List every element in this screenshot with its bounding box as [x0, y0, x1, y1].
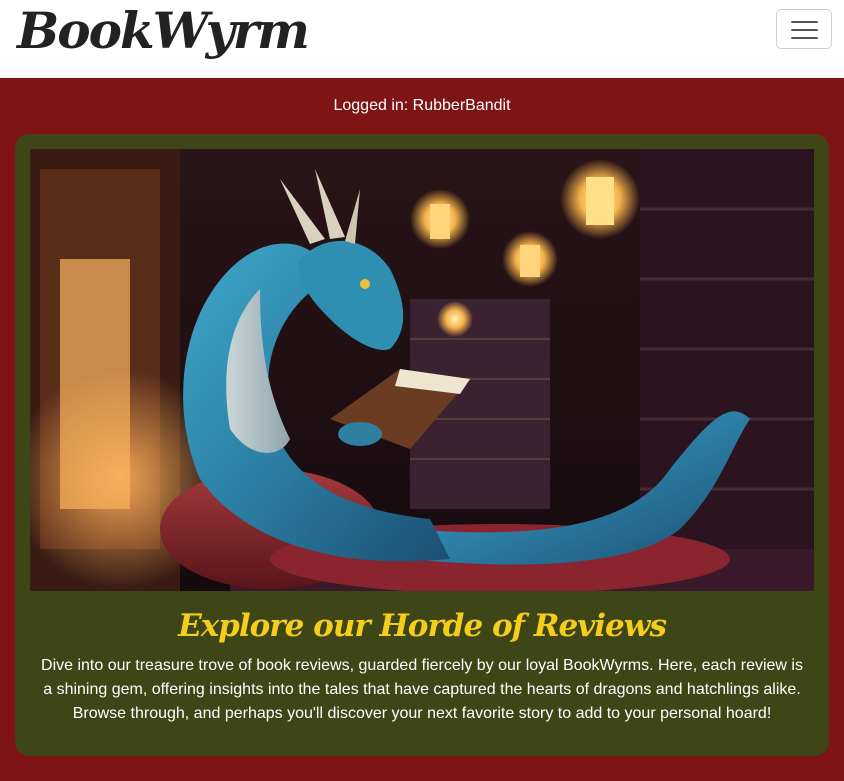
dragon-reading-illustration: [30, 149, 814, 591]
hero-card: Explore our Horde of Reviews Dive into o…: [15, 134, 829, 756]
login-status: Logged in: RubberBandit: [333, 97, 511, 114]
card-description: Dive into our treasure trove of book rev…: [41, 657, 803, 722]
navbar-toggle-button[interactable]: [776, 9, 832, 49]
navbar: BookWyrm: [0, 0, 844, 78]
brand-logo[interactable]: BookWyrm: [17, 0, 310, 62]
hero-image: [30, 149, 814, 591]
card-title: Explore our Horde of Reviews: [178, 608, 667, 644]
